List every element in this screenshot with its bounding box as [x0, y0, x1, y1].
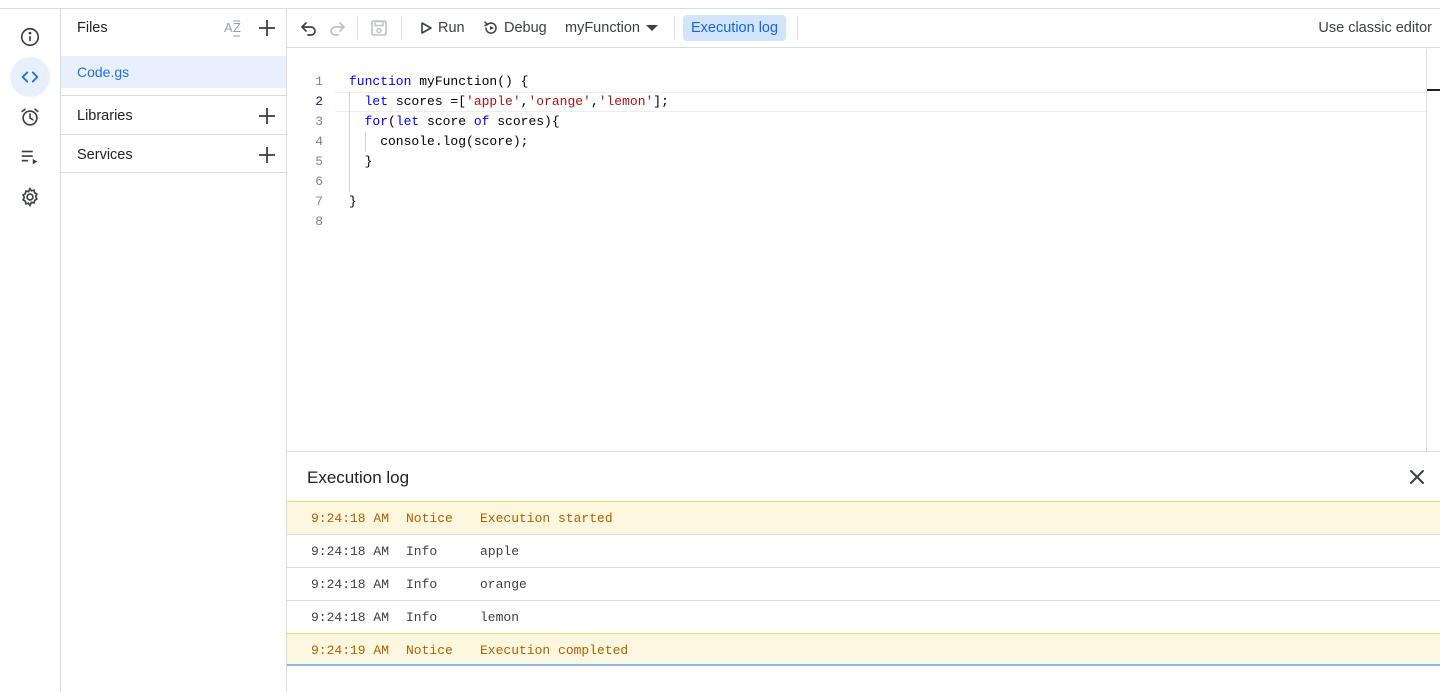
- run-button[interactable]: Run: [419, 17, 465, 39]
- log-time: 9:24:18 AM: [311, 577, 390, 592]
- log-time: 9:24:19 AM: [311, 643, 390, 658]
- libraries-label: Libraries: [77, 108, 133, 124]
- line-number: 8: [315, 214, 323, 229]
- line-number: 4: [315, 134, 323, 149]
- log-message: Execution completed: [480, 643, 629, 658]
- overview-info-icon[interactable]: [10, 17, 50, 57]
- files-title: Files: [77, 20, 108, 36]
- log-type: Notice: [406, 511, 453, 526]
- editor-scrollbar[interactable]: [1426, 49, 1427, 451]
- svg-text:Z: Z: [233, 20, 241, 35]
- redo-icon[interactable]: [327, 18, 347, 38]
- executions-list-icon[interactable]: [10, 137, 50, 177]
- execution-log-title: Execution log: [307, 468, 410, 487]
- file-item-code-gs[interactable]: Code.gs: [61, 56, 286, 88]
- log-entry: 9:24:19 AM Notice Execution completed: [287, 633, 1440, 666]
- code-text: }: [349, 194, 357, 209]
- save-icon[interactable]: [369, 18, 389, 38]
- log-entry: 9:24:18 AM Info apple: [287, 534, 1440, 567]
- code-line: 8: [287, 212, 1426, 232]
- code-line: 7 }: [287, 192, 1426, 212]
- function-select-value: myFunction: [565, 20, 640, 36]
- log-type: Info: [406, 544, 438, 559]
- code-line: 3 for(let score of scores){: [287, 112, 1426, 132]
- log-type: Info: [406, 610, 438, 625]
- file-name: Code.gs: [77, 64, 130, 80]
- log-message: apple: [480, 544, 520, 559]
- code-editor[interactable]: 1 function myFunction() { 2 let scores =…: [287, 49, 1440, 451]
- execution-log-button[interactable]: Execution log: [683, 15, 787, 41]
- log-message: orange: [480, 577, 527, 592]
- function-select[interactable]: myFunction: [565, 17, 658, 39]
- run-label: Run: [438, 20, 465, 36]
- close-icon[interactable]: [1408, 468, 1426, 486]
- indent-guide: [349, 92, 350, 192]
- svg-text:A: A: [224, 20, 233, 35]
- line-number: 7: [315, 194, 323, 209]
- code-line: 5 }: [287, 152, 1426, 172]
- debug-icon: [484, 21, 497, 34]
- log-time: 9:24:18 AM: [311, 511, 390, 526]
- editor-code-icon[interactable]: [10, 57, 50, 97]
- add-file-plus-icon[interactable]: [256, 17, 278, 39]
- code-text: }: [349, 154, 373, 169]
- code-line: 4 console.log(score);: [287, 132, 1426, 152]
- log-entry: 9:24:18 AM Notice Execution started: [287, 501, 1440, 534]
- line-number: 2: [315, 94, 323, 109]
- code-line: 2 let scores =['apple','orange','lemon']…: [287, 92, 1426, 112]
- log-type: Notice: [406, 643, 453, 658]
- play-icon: [421, 22, 432, 34]
- add-library-plus-icon[interactable]: [256, 105, 278, 127]
- toolbar-divider: [674, 16, 675, 40]
- left-nav-rail: [0, 9, 61, 692]
- sort-az-icon[interactable]: A Z: [223, 17, 245, 39]
- log-entry: 9:24:18 AM Info orange: [287, 567, 1440, 600]
- indent-guide: [365, 132, 366, 152]
- code-text: for(let score of scores){: [364, 114, 560, 129]
- line-number: 6: [315, 174, 323, 189]
- undo-icon[interactable]: [299, 18, 319, 38]
- files-header: Files A Z: [61, 9, 286, 47]
- use-classic-editor-button[interactable]: Use classic editor: [1318, 20, 1432, 36]
- log-type: Info: [406, 577, 438, 592]
- line-number: 1: [315, 74, 323, 89]
- scrollbar-cursor-marker: [1427, 89, 1440, 91]
- code-line: 1 function myFunction() {: [287, 72, 1426, 92]
- code-text: function myFunction() {: [349, 74, 529, 89]
- dropdown-arrow-icon: [645, 25, 658, 31]
- log-time: 9:24:18 AM: [311, 544, 390, 559]
- toolbar-divider: [401, 16, 402, 40]
- editor-toolbar: Run Debug myFunction Execution log Use c…: [287, 9, 1440, 48]
- debug-button[interactable]: Debug: [483, 17, 547, 39]
- debug-label: Debug: [504, 20, 547, 36]
- line-number: 5: [315, 154, 323, 169]
- log-time: 9:24:18 AM: [311, 610, 390, 625]
- add-service-plus-icon[interactable]: [256, 144, 278, 166]
- code-text: console.log(score);: [349, 134, 529, 149]
- triggers-alarm-icon[interactable]: [10, 97, 50, 137]
- log-entry: 9:24:18 AM Info lemon: [287, 600, 1440, 633]
- line-number: 3: [315, 114, 323, 129]
- log-message: Execution started: [480, 511, 613, 526]
- toolbar-divider: [357, 16, 358, 40]
- toolbar-divider: [797, 16, 798, 40]
- top-border: [0, 0, 1440, 9]
- execution-log-panel: Execution log 9:24:18 AM Notice Executio…: [287, 451, 1440, 692]
- log-message: lemon: [480, 610, 520, 625]
- code-text: let scores =['apple','orange','lemon'];: [364, 94, 669, 109]
- services-section[interactable]: Services: [61, 134, 286, 173]
- libraries-section[interactable]: Libraries: [61, 95, 286, 134]
- files-panel: Files A Z Code.gs Libraries Services: [61, 9, 287, 692]
- settings-gear-icon[interactable]: [10, 177, 50, 217]
- code-line: 6: [287, 172, 1426, 192]
- services-label: Services: [77, 147, 133, 163]
